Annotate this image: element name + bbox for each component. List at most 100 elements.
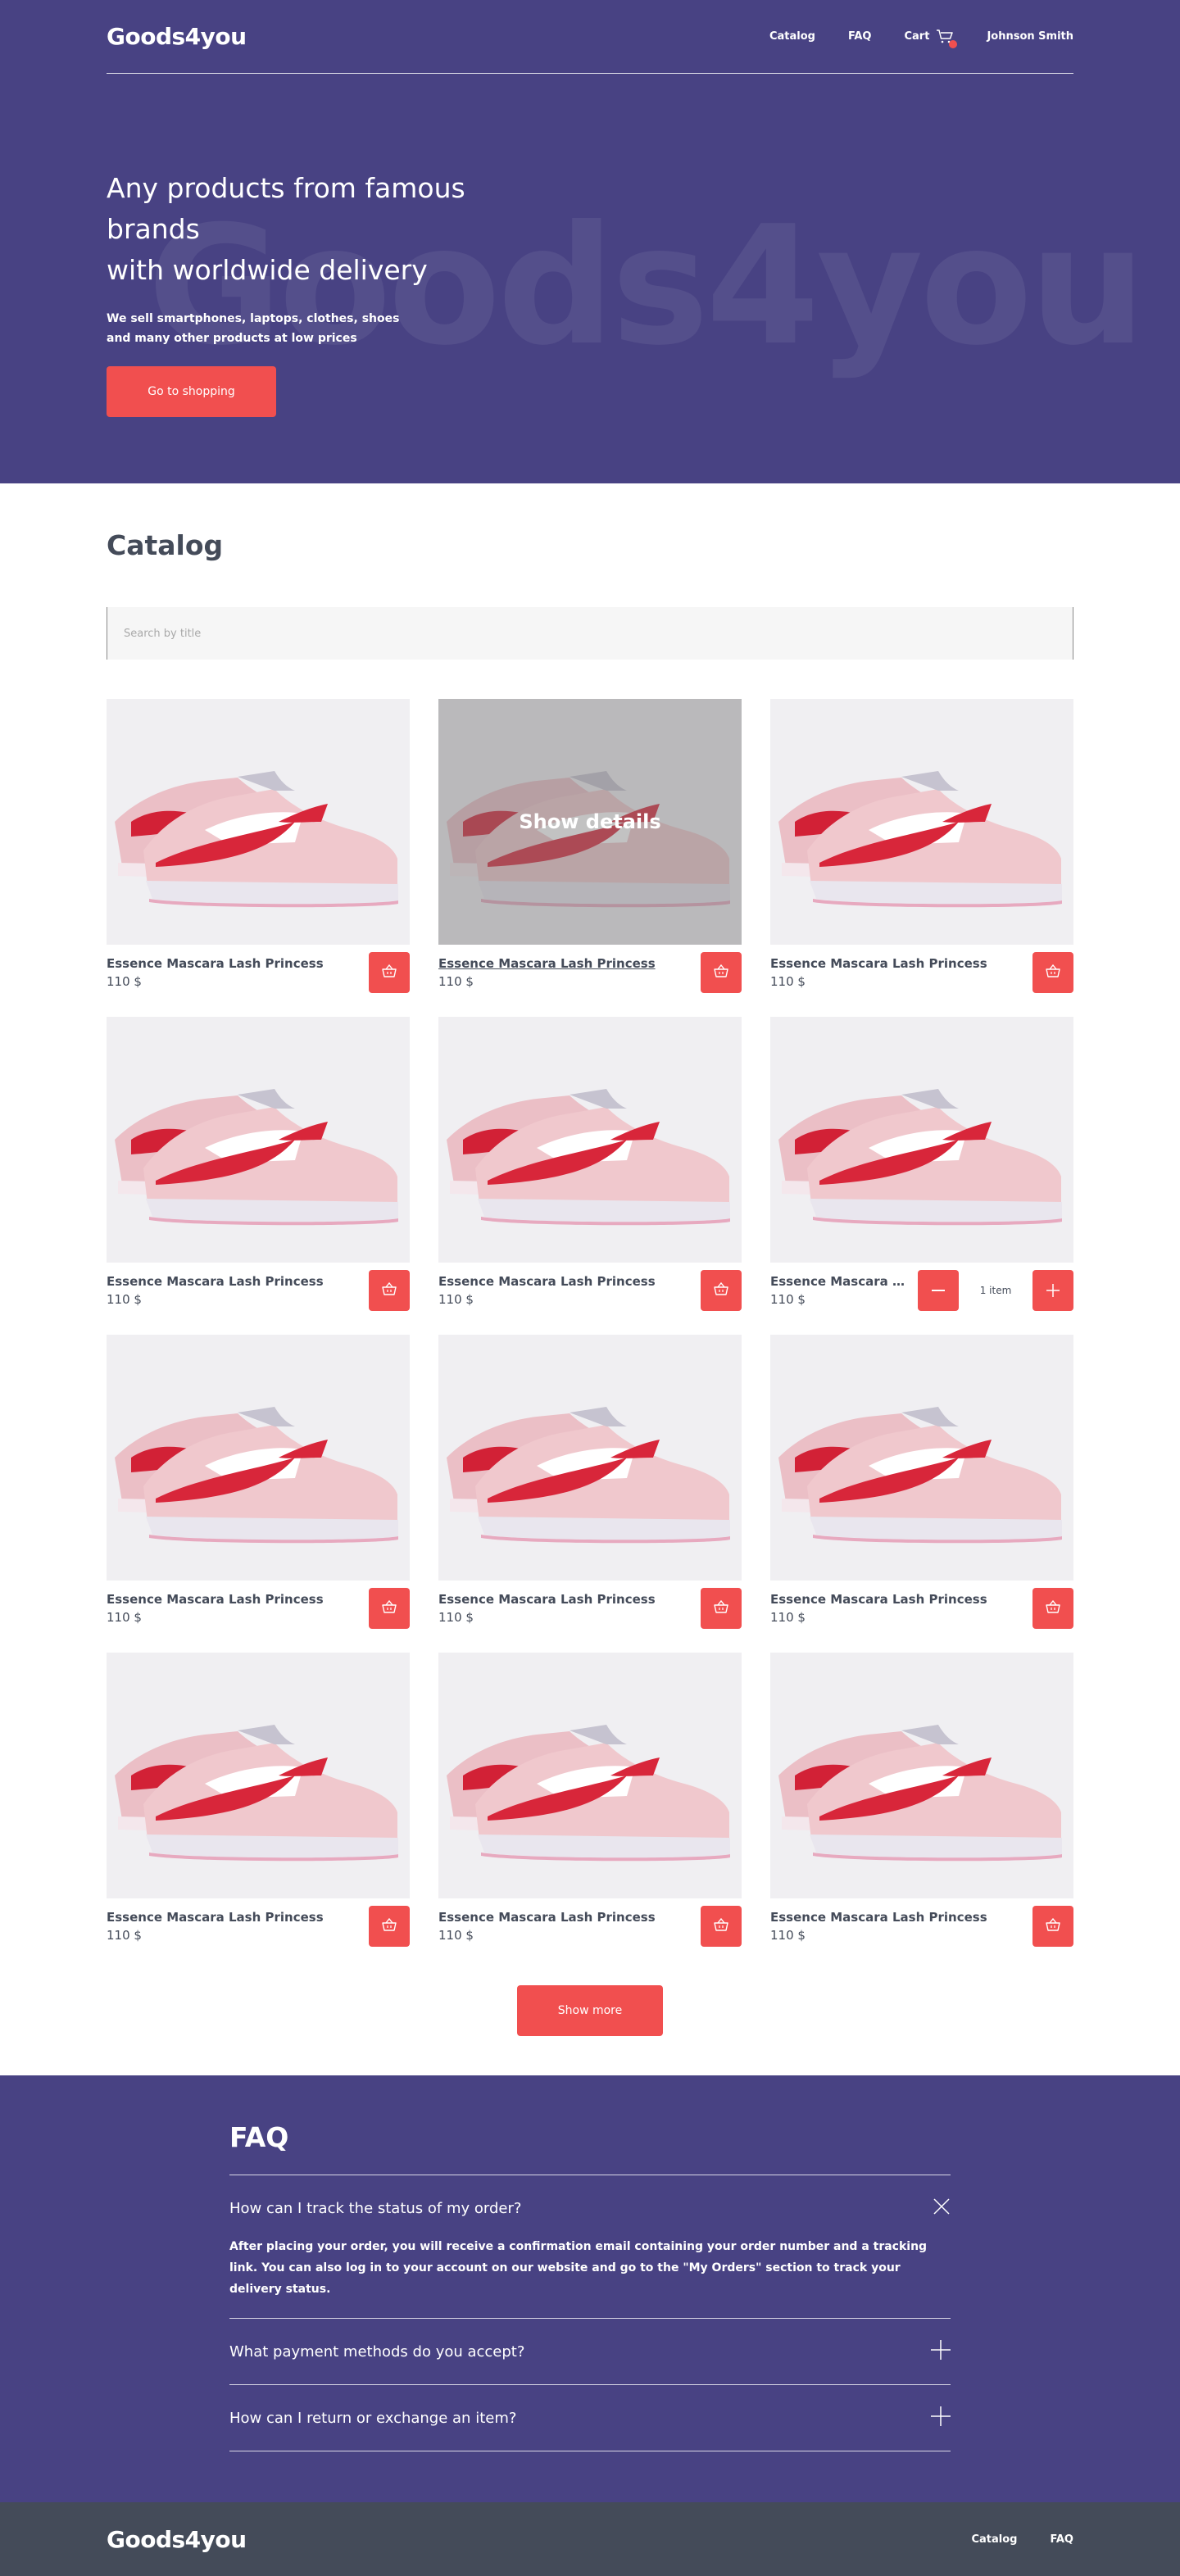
- add-to-cart-button[interactable]: [701, 1906, 742, 1947]
- product-title[interactable]: Essence Mascara Lash Princess: [438, 956, 701, 971]
- show-more-button[interactable]: Show more: [517, 1985, 663, 2036]
- increase-quantity-button[interactable]: [1032, 1270, 1073, 1311]
- product-info: Essence Mascara Lash Princess 110 $: [107, 1898, 410, 1947]
- product-card: Show details Essence Mascara Lash Prince…: [107, 699, 410, 993]
- product-info: Essence Mascara Lash Princess 110 $: [438, 1263, 742, 1311]
- product-image[interactable]: Show details: [107, 1653, 410, 1898]
- product-title[interactable]: Essence Mascara Lash Princess: [770, 1592, 1032, 1607]
- product-title[interactable]: Essence Mascara Lash Princess: [107, 1592, 369, 1607]
- product-text: Essence Mascara Lash Princess 110 $: [438, 1274, 701, 1307]
- nav-user-link[interactable]: Johnson Smith: [987, 30, 1073, 43]
- plus-icon[interactable]: [931, 2406, 951, 2430]
- faq-item: How can I return or exchange an item?: [229, 2385, 951, 2451]
- product-info: Essence Mascara Lash Princess 110 $ 1 it…: [770, 1263, 1073, 1311]
- product-price: 110 $: [107, 1292, 142, 1307]
- product-image[interactable]: Show details: [770, 1017, 1073, 1263]
- product-text: Essence Mascara Lash Princess 110 $: [770, 1592, 1032, 1625]
- product-card: Show details Essence Mascara Lash Prince…: [770, 1653, 1073, 1947]
- product-image[interactable]: Show details: [770, 699, 1073, 945]
- decrease-quantity-button[interactable]: [918, 1270, 959, 1311]
- add-to-cart-button[interactable]: [701, 1588, 742, 1629]
- product-text: Essence Mascara Lash Princess 110 $: [107, 956, 369, 989]
- nav-catalog-link[interactable]: Catalog: [769, 30, 815, 43]
- faq-question: How can I return or exchange an item?: [229, 2409, 517, 2427]
- basket-icon: [714, 1917, 728, 1934]
- footer-faq-link[interactable]: FAQ: [1050, 2533, 1073, 2546]
- faq-item: How can I track the status of my order? …: [229, 2175, 951, 2319]
- footer-catalog-link[interactable]: Catalog: [971, 2533, 1017, 2546]
- add-to-cart-button[interactable]: [369, 1270, 410, 1311]
- close-icon[interactable]: [933, 2197, 951, 2220]
- product-title[interactable]: Essence Mascara Lash Princess: [107, 956, 369, 971]
- product-info: Essence Mascara Lash Princess 110 $: [770, 945, 1073, 993]
- quantity-stepper: 1 item: [918, 1270, 1073, 1311]
- product-title[interactable]: Essence Mascara Lash Princess: [770, 1910, 1032, 1925]
- catalog-title: Catalog: [107, 529, 224, 561]
- product-card: Show details Essence Mascara Lash Prince…: [770, 1335, 1073, 1629]
- add-to-cart-button[interactable]: [369, 952, 410, 993]
- site-header: Goods4you Catalog FAQ Cart Johnson Smith: [107, 0, 1073, 74]
- faq-question-toggle[interactable]: What payment methods do you accept?: [229, 2319, 951, 2384]
- product-title[interactable]: Essence Mascara Lash Princess: [438, 1910, 701, 1925]
- product-info: Essence Mascara Lash Princess 110 $: [107, 1581, 410, 1629]
- catalog-section: Catalog Show details: [0, 483, 1180, 2075]
- sneaker-image: [115, 1725, 398, 1862]
- sneaker-image: [447, 1407, 730, 1544]
- hero-title-line1: Any products from famous brands: [107, 172, 465, 245]
- search-box: [107, 607, 1073, 660]
- product-image[interactable]: Show details: [438, 1653, 742, 1898]
- product-title[interactable]: Essence Mascara Lash Princess: [107, 1274, 369, 1289]
- faq-question-toggle[interactable]: How can I return or exchange an item?: [229, 2385, 951, 2451]
- go-to-shopping-button[interactable]: Go to shopping: [107, 366, 276, 417]
- hero-content: Any products from famous brands with wor…: [107, 168, 565, 417]
- minus-icon: [932, 1278, 945, 1303]
- product-price: 110 $: [107, 1928, 142, 1943]
- add-to-cart-button[interactable]: [1032, 1906, 1073, 1947]
- add-to-cart-button[interactable]: [369, 1906, 410, 1947]
- add-to-cart-button[interactable]: [1032, 1588, 1073, 1629]
- faq-question-toggle[interactable]: How can I track the status of my order?: [229, 2175, 951, 2241]
- product-image[interactable]: Show details: [107, 699, 410, 945]
- product-image[interactable]: Show details: [438, 699, 742, 945]
- product-image[interactable]: Show details: [770, 1653, 1073, 1898]
- basket-icon: [382, 1281, 397, 1299]
- product-image[interactable]: Show details: [438, 1335, 742, 1581]
- cart-count-badge: [949, 39, 958, 48]
- product-price: 110 $: [438, 974, 474, 989]
- add-to-cart-button[interactable]: [1032, 952, 1073, 993]
- sneaker-image: [115, 1089, 398, 1226]
- logo[interactable]: Goods4you: [107, 23, 247, 50]
- basket-icon: [382, 1599, 397, 1617]
- show-details-overlay[interactable]: Show details: [438, 699, 742, 945]
- nav-faq-label: FAQ: [847, 30, 872, 43]
- product-card: Show details Essence Mascara Lash Prince…: [438, 699, 742, 993]
- add-to-cart-button[interactable]: [701, 1270, 742, 1311]
- basket-icon: [382, 964, 397, 981]
- product-info: Essence Mascara Lash Princess 110 $: [438, 1581, 742, 1629]
- product-image[interactable]: Show details: [107, 1335, 410, 1581]
- nav-cart-label: Cart: [904, 30, 930, 43]
- plus-icon[interactable]: [931, 2339, 951, 2364]
- nav-faq-link[interactable]: FAQ: [848, 30, 872, 43]
- add-to-cart-button[interactable]: [369, 1588, 410, 1629]
- product-info: Essence Mascara Lash Princess 110 $: [107, 945, 410, 993]
- faq-question: How can I track the status of my order?: [229, 2199, 522, 2217]
- add-to-cart-button[interactable]: [701, 952, 742, 993]
- footer-faq-label: FAQ: [1050, 2533, 1073, 2546]
- product-card: Show details Essence Mascara Lash Prince…: [770, 699, 1073, 993]
- nav-cart-link[interactable]: Cart: [904, 29, 958, 48]
- product-info: Essence Mascara Lash Princess 110 $: [770, 1898, 1073, 1947]
- product-title[interactable]: Essence Mascara Lash Princess: [438, 1592, 701, 1607]
- product-title[interactable]: Essence Mascara Lash Princess: [438, 1274, 701, 1289]
- product-title[interactable]: Essence Mascara Lash Princess: [770, 956, 1032, 971]
- basket-icon: [714, 1281, 728, 1299]
- product-card: Show details Essence Mascara Lash Prince…: [438, 1335, 742, 1629]
- product-title[interactable]: Essence Mascara Lash Princess: [770, 1274, 908, 1289]
- footer-logo[interactable]: Goods4you: [107, 2526, 247, 2553]
- search-input[interactable]: [107, 607, 1073, 660]
- product-title[interactable]: Essence Mascara Lash Princess: [107, 1910, 369, 1925]
- sneaker-image: [778, 1725, 1062, 1862]
- product-image[interactable]: Show details: [770, 1335, 1073, 1581]
- product-image[interactable]: Show details: [438, 1017, 742, 1263]
- product-image[interactable]: Show details: [107, 1017, 410, 1263]
